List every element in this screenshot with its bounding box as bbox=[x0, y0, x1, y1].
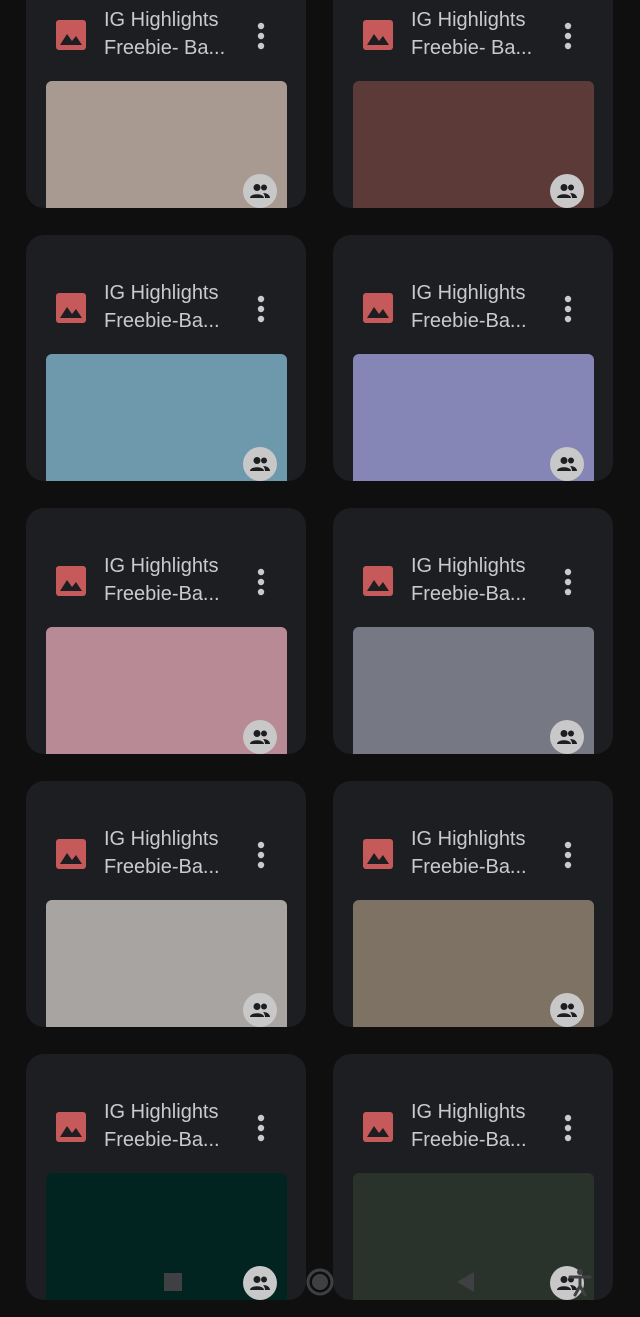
file-title: IG Highlights Freebie-Ba... bbox=[411, 1098, 561, 1154]
drive-file-grid-screen: IG Highlights Freebie- Ba... IG Highligh… bbox=[0, 0, 640, 1317]
people-icon bbox=[250, 457, 270, 471]
more-vert-icon bbox=[564, 22, 572, 50]
people-icon bbox=[557, 1003, 577, 1017]
more-vert-icon bbox=[564, 841, 572, 869]
file-title-line-2: Freebie-Ba... bbox=[411, 856, 527, 878]
image-icon bbox=[56, 839, 86, 869]
file-title-line-1: IG Highlights bbox=[411, 828, 526, 850]
shared-indicator bbox=[243, 174, 277, 208]
system-navigation-bar bbox=[0, 1255, 640, 1317]
image-icon bbox=[363, 293, 393, 323]
file-title-line-2: Freebie-Ba... bbox=[104, 1129, 220, 1151]
more-vert-icon bbox=[257, 841, 265, 869]
file-title-line-2: Freebie- Ba... bbox=[411, 37, 533, 59]
file-title: IG Highlights Freebie- Ba... bbox=[411, 6, 561, 62]
file-title-line-1: IG Highlights bbox=[411, 1101, 526, 1123]
file-title-line-2: Freebie-Ba... bbox=[411, 583, 527, 605]
file-title: IG Highlights Freebie- Ba... bbox=[104, 6, 254, 62]
more-options-button[interactable] bbox=[555, 289, 581, 329]
image-icon bbox=[56, 293, 86, 323]
shared-indicator bbox=[243, 720, 277, 754]
nav-back-button[interactable] bbox=[450, 1267, 480, 1297]
file-title-line-1: IG Highlights bbox=[104, 555, 219, 577]
more-vert-icon bbox=[564, 295, 572, 323]
file-title-line-1: IG Highlights bbox=[104, 9, 219, 31]
file-card[interactable]: IG Highlights Freebie-Ba... bbox=[26, 508, 306, 754]
shared-indicator bbox=[243, 447, 277, 481]
more-vert-icon bbox=[564, 1114, 572, 1142]
more-options-button[interactable] bbox=[248, 835, 274, 875]
file-title: IG Highlights Freebie-Ba... bbox=[411, 552, 561, 608]
image-icon bbox=[56, 1112, 86, 1142]
file-title-line-1: IG Highlights bbox=[104, 828, 219, 850]
square-icon bbox=[164, 1273, 182, 1291]
image-icon bbox=[363, 566, 393, 596]
file-title-line-2: Freebie- Ba... bbox=[104, 37, 226, 59]
more-vert-icon bbox=[257, 568, 265, 596]
shared-indicator bbox=[550, 993, 584, 1027]
file-title-line-1: IG Highlights bbox=[104, 1101, 219, 1123]
more-options-button[interactable] bbox=[555, 562, 581, 602]
nav-home-button[interactable] bbox=[302, 1264, 338, 1300]
people-icon bbox=[250, 184, 270, 198]
file-title-line-1: IG Highlights bbox=[411, 9, 526, 31]
file-title: IG Highlights Freebie-Ba... bbox=[411, 279, 561, 335]
people-icon bbox=[557, 457, 577, 471]
more-options-button[interactable] bbox=[248, 289, 274, 329]
file-title-line-1: IG Highlights bbox=[104, 282, 219, 304]
file-title-line-2: Freebie-Ba... bbox=[104, 856, 220, 878]
file-title-line-1: IG Highlights bbox=[411, 555, 526, 577]
image-icon bbox=[56, 566, 86, 596]
more-options-button[interactable] bbox=[248, 562, 274, 602]
image-icon bbox=[56, 20, 86, 50]
accessibility-icon bbox=[568, 1269, 592, 1297]
more-options-button[interactable] bbox=[248, 1108, 274, 1148]
image-icon bbox=[363, 839, 393, 869]
file-title-line-1: IG Highlights bbox=[411, 282, 526, 304]
file-title-line-2: Freebie-Ba... bbox=[411, 310, 527, 332]
circle-icon bbox=[306, 1268, 334, 1296]
file-title-line-2: Freebie-Ba... bbox=[411, 1129, 527, 1151]
more-vert-icon bbox=[257, 22, 265, 50]
file-card[interactable]: IG Highlights Freebie-Ba... bbox=[26, 235, 306, 481]
shared-indicator bbox=[550, 447, 584, 481]
file-title: IG Highlights Freebie-Ba... bbox=[104, 279, 254, 335]
more-vert-icon bbox=[257, 1114, 265, 1142]
file-card[interactable]: IG Highlights Freebie- Ba... bbox=[26, 0, 306, 208]
triangle-icon bbox=[457, 1272, 474, 1292]
more-vert-icon bbox=[257, 295, 265, 323]
more-options-button[interactable] bbox=[555, 835, 581, 875]
shared-indicator bbox=[550, 720, 584, 754]
file-title: IG Highlights Freebie-Ba... bbox=[411, 825, 561, 881]
nav-recents-button[interactable] bbox=[158, 1267, 188, 1297]
file-title: IG Highlights Freebie-Ba... bbox=[104, 1098, 254, 1154]
more-vert-icon bbox=[564, 568, 572, 596]
more-options-button[interactable] bbox=[555, 16, 581, 56]
more-options-button[interactable] bbox=[555, 1108, 581, 1148]
people-icon bbox=[557, 184, 577, 198]
file-card[interactable]: IG Highlights Freebie-Ba... bbox=[333, 781, 613, 1027]
shared-indicator bbox=[243, 993, 277, 1027]
file-card[interactable]: IG Highlights Freebie-Ba... bbox=[333, 508, 613, 754]
file-title: IG Highlights Freebie-Ba... bbox=[104, 552, 254, 608]
file-card[interactable]: IG Highlights Freebie-Ba... bbox=[333, 235, 613, 481]
file-title: IG Highlights Freebie-Ba... bbox=[104, 825, 254, 881]
people-icon bbox=[250, 730, 270, 744]
file-title-line-2: Freebie-Ba... bbox=[104, 310, 220, 332]
accessibility-button[interactable] bbox=[563, 1265, 597, 1299]
image-icon bbox=[363, 20, 393, 50]
people-icon bbox=[250, 1003, 270, 1017]
file-title-line-2: Freebie-Ba... bbox=[104, 583, 220, 605]
file-card[interactable]: IG Highlights Freebie- Ba... bbox=[333, 0, 613, 208]
image-icon bbox=[363, 1112, 393, 1142]
file-card[interactable]: IG Highlights Freebie-Ba... bbox=[26, 781, 306, 1027]
more-options-button[interactable] bbox=[248, 16, 274, 56]
shared-indicator bbox=[550, 174, 584, 208]
people-icon bbox=[557, 730, 577, 744]
